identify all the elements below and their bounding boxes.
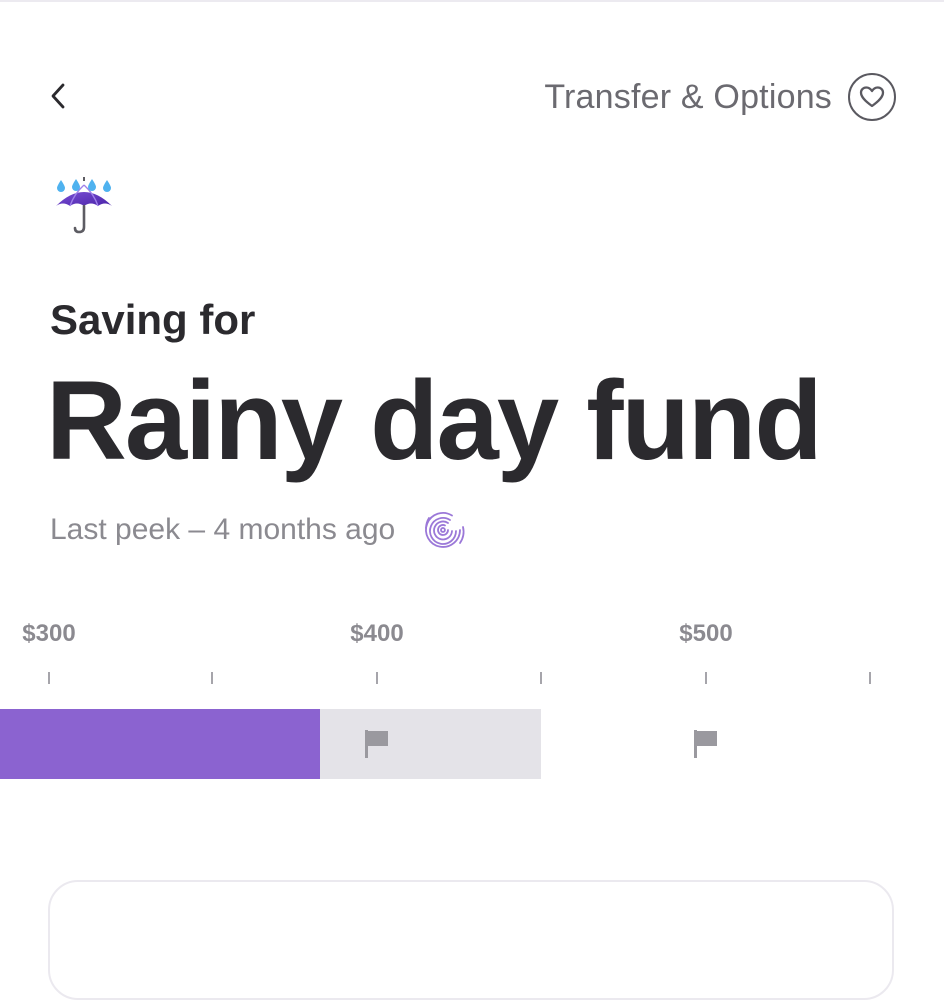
details-card: [48, 880, 894, 1000]
flag-icon: [365, 730, 388, 758]
last-peek-text: Last peek – 4 months ago: [50, 513, 396, 546]
top-divider: [0, 0, 944, 2]
umbrella-with-rain-drops-icon: [56, 177, 112, 234]
chevron-left-icon: [51, 83, 65, 109]
scale-tick: [48, 672, 50, 684]
goal-title: Rainy day fund: [46, 358, 823, 483]
scale-label-500: $500: [679, 620, 733, 647]
scale-tick: [376, 672, 378, 684]
scale-tick: [211, 672, 213, 684]
scale-tick: [705, 672, 707, 684]
header-actions: Transfer & Options: [544, 72, 896, 122]
goal-subtitle: Saving for: [50, 296, 256, 343]
scale-label-400: $400: [350, 620, 404, 647]
fingerprint-icon[interactable]: [417, 504, 469, 556]
progress-saved-bar: [0, 709, 320, 779]
heart-icon: [859, 86, 885, 108]
scale-tick: [540, 672, 542, 684]
progress-remaining-bar: [320, 709, 541, 779]
scale-label-300: $300: [22, 620, 76, 647]
back-button[interactable]: [36, 74, 80, 118]
transfer-options-link[interactable]: Transfer & Options: [544, 78, 832, 117]
flag-icon: [694, 730, 717, 758]
favorite-button[interactable]: [848, 73, 896, 121]
scale-tick: [869, 672, 871, 684]
last-peek-row: Last peek – 4 months ago: [50, 508, 469, 552]
